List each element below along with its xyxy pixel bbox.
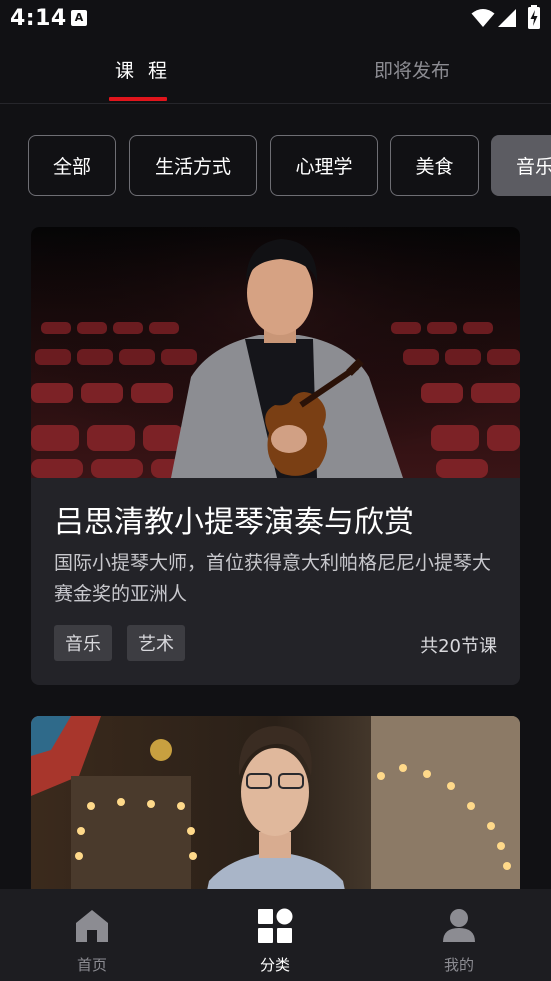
- nav-label: 首页: [76, 956, 107, 974]
- category-chip-psychology[interactable]: 心理学: [270, 135, 378, 196]
- profile-icon: [443, 909, 475, 942]
- status-bar: 4:14 A: [0, 0, 551, 38]
- course-tag: 音乐: [54, 625, 112, 661]
- nav-profile[interactable]: 我的: [399, 889, 519, 981]
- category-chip-music[interactable]: 音乐: [491, 135, 551, 196]
- top-tab-bar: 课 程 即将发布: [0, 40, 551, 104]
- bottom-navigation: 首页 分类 我的: [0, 889, 551, 981]
- course-card[interactable]: 吕思清教小提琴演奏与欣赏 国际小提琴大师，首位获得意大利帕格尼尼小提琴大赛金奖的…: [31, 227, 520, 685]
- category-chip-lifestyle[interactable]: 生活方式: [129, 135, 257, 196]
- tab-courses[interactable]: 课 程: [115, 56, 171, 83]
- nav-home[interactable]: 首页: [32, 889, 152, 981]
- category-filter-bar: 全部 生活方式 心理学 美食 音乐: [0, 135, 551, 197]
- course-description: 国际小提琴大师，首位获得意大利帕格尼尼小提琴大赛金奖的亚洲人: [54, 552, 492, 605]
- status-time: 4:14: [10, 6, 67, 31]
- notification-icon: A: [71, 10, 87, 26]
- course-tag: 艺术: [127, 625, 185, 661]
- signal-icon: [498, 9, 516, 27]
- category-chip-all[interactable]: 全部: [28, 135, 116, 196]
- screen: 4:14 A 课 程 即将发布 全部 生活方式 心理学 美食 音乐 吕思清教小提…: [0, 0, 551, 981]
- lesson-count: 共20节课: [420, 636, 497, 657]
- course-tags: 音乐 艺术: [54, 625, 185, 661]
- wifi-icon: [471, 9, 495, 27]
- tab-active-indicator: [109, 97, 167, 101]
- battery-charging-icon: [528, 5, 540, 29]
- home-icon: [76, 910, 108, 942]
- course-cover-image: [31, 227, 520, 478]
- nav-label: 分类: [259, 956, 290, 974]
- course-title: 吕思清教小提琴演奏与欣赏: [54, 505, 414, 540]
- grid-icon: [258, 908, 293, 943]
- violinist-photo: [31, 227, 520, 478]
- nav-category[interactable]: 分类: [215, 889, 335, 981]
- tab-upcoming[interactable]: 即将发布: [374, 56, 450, 83]
- nav-label: 我的: [443, 956, 474, 974]
- category-chip-food[interactable]: 美食: [390, 135, 479, 196]
